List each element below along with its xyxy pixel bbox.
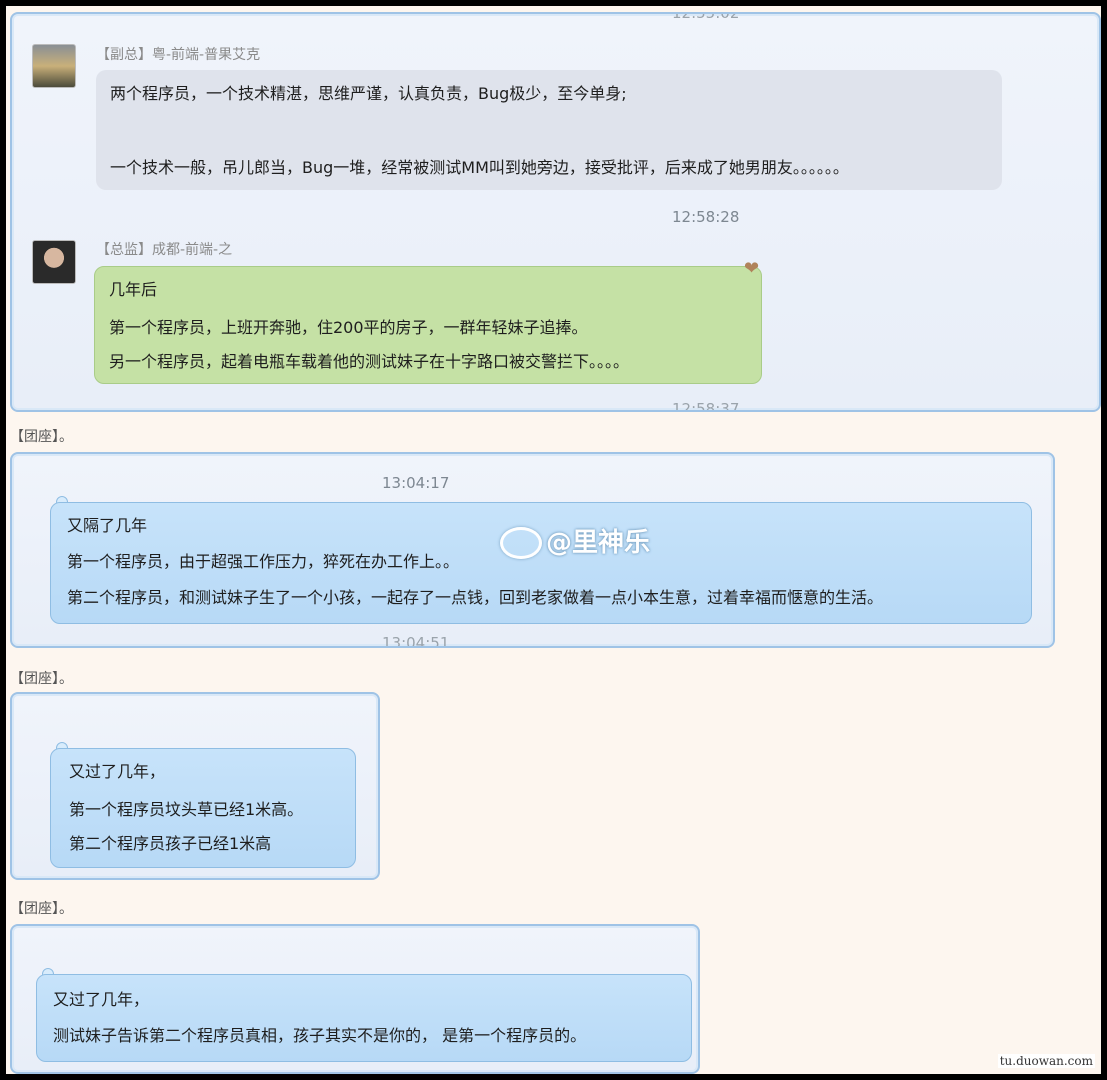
sender-label: 【团座】。 bbox=[10, 671, 73, 687]
message-bubble-3[interactable]: 又隔了几年 第一个程序员，由于超强工作压力，猝死在办工作上。。 第二个程序员，和… bbox=[50, 502, 1032, 624]
sender-name[interactable]: 成都-前端-之 bbox=[152, 242, 232, 258]
message-bubble-2[interactable]: 几年后 第一个程序员，上班开奔驰，住200平的房子，一群年轻妹子追捧。 另一个程… bbox=[94, 266, 762, 384]
chat-page: 12:55:02 【副总】粤-前端-普果艾克 两个程序员，一个技术精湛，思维严谨… bbox=[6, 6, 1101, 1074]
avatar-person[interactable] bbox=[32, 240, 76, 284]
message-line: 几年后 bbox=[109, 280, 158, 299]
message-line: 测试妹子告诉第二个程序员真相，孩子其实不是你的， 是第一个程序员的。 bbox=[53, 1026, 587, 1045]
message-line: 另一个程序员，起着电瓶车载着他的测试妹子在十字路口被交警拦下。。。。 bbox=[109, 352, 630, 371]
sender-name[interactable]: 粤-前端-普果艾克 bbox=[152, 47, 260, 63]
message-line: 又隔了几年 bbox=[67, 516, 148, 535]
message-bubble-1[interactable]: 两个程序员，一个技术精湛，思维严谨，认真负责，Bug极少，至今单身; 一个技术一… bbox=[96, 70, 1002, 190]
message-line: 第一个程序员坟头草已经1米高。 bbox=[69, 800, 304, 819]
timestamp-cut-bottom: 13:04:51 bbox=[382, 634, 450, 648]
timestamp: 12:58:28 bbox=[672, 208, 740, 226]
site-credit: tu.duowan.com bbox=[997, 1054, 1095, 1068]
chat-panel-1: 12:55:02 【副总】粤-前端-普果艾克 两个程序员，一个技术精湛，思维严谨… bbox=[10, 12, 1101, 412]
message-line: 两个程序员，一个技术精湛，思维严谨，认真负责，Bug极少，至今单身; bbox=[110, 84, 627, 103]
chat-panel-3: 又过了几年， 第一个程序员坟头草已经1米高。 第二个程序员孩子已经1米高 bbox=[10, 692, 380, 880]
sender-line-1: 【副总】粤-前端-普果艾克 bbox=[96, 44, 260, 64]
timestamp-cut-bottom: 12:58:37 bbox=[672, 400, 740, 412]
avatar-landscape[interactable] bbox=[32, 44, 76, 88]
weibo-icon bbox=[500, 527, 542, 559]
message-line: 第二个程序员孩子已经1米高 bbox=[69, 834, 272, 853]
message-line: 第二个程序员，和测试妹子生了一个小孩，一起存了一点钱，回到老家做着一点小本生意，… bbox=[67, 588, 884, 607]
heart-icon: ❤ bbox=[744, 258, 760, 279]
timestamp-cut-top: 12:55:02 bbox=[672, 12, 740, 22]
chat-panel-4: 又过了几年， 测试妹子告诉第二个程序员真相，孩子其实不是你的， 是第一个程序员的… bbox=[10, 924, 700, 1074]
message-line: 第一个程序员，由于超强工作压力，猝死在办工作上。。 bbox=[67, 552, 460, 571]
timestamp: 13:04:17 bbox=[382, 474, 450, 492]
weibo-watermark: @里神乐 bbox=[546, 528, 651, 558]
sender-line-2: 【总监】成都-前端-之 bbox=[96, 239, 232, 259]
message-line: 第一个程序员，上班开奔驰，住200平的房子，一群年轻妹子追捧。 bbox=[109, 318, 588, 337]
sender-tag: 【总监】 bbox=[96, 242, 152, 258]
message-bubble-5[interactable]: 又过了几年， 测试妹子告诉第二个程序员真相，孩子其实不是你的， 是第一个程序员的… bbox=[36, 974, 692, 1062]
message-line: 又过了几年， bbox=[53, 990, 150, 1009]
message-line: 一个技术一般，吊儿郎当，Bug一堆，经常被测试MM叫到她旁边，接受批评，后来成了… bbox=[110, 158, 849, 177]
sender-label: 【团座】。 bbox=[10, 429, 73, 445]
message-bubble-4[interactable]: 又过了几年， 第一个程序员坟头草已经1米高。 第二个程序员孩子已经1米高 bbox=[50, 748, 356, 868]
message-line: 又过了几年， bbox=[69, 762, 166, 781]
sender-tag: 【副总】 bbox=[96, 47, 152, 63]
sender-label: 【团座】。 bbox=[10, 901, 73, 917]
